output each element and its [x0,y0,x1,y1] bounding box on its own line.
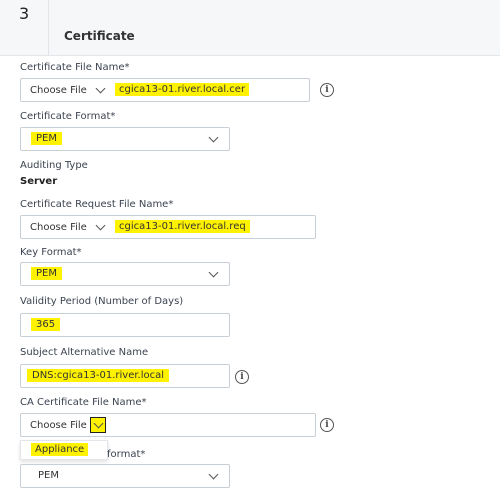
step-title: Certificate [64,29,135,43]
info-icon[interactable]: i [320,83,334,97]
ca-file-label: CA Certificate File Name* [20,397,147,408]
info-icon[interactable]: i [320,418,334,432]
info-icon[interactable]: i [235,370,249,384]
key-format-select[interactable]: PEM [20,262,230,286]
certificate-file-field: Choose File cgica13-01.river.local.cer [20,78,310,102]
ca-file-name [115,418,123,420]
san-label: Subject Alternative Name [20,347,149,358]
certificate-file-name: cgica13-01.river.local.cer [115,83,250,96]
san-input[interactable]: DNS:cgica13-01.river.local [20,364,230,388]
chevron-down-icon [95,83,106,94]
step-header: 3 Certificate [0,0,500,56]
validity-label: Validity Period (Number of Days) [20,296,184,307]
choose-file-label: Choose File [30,221,87,233]
choose-file-dropdown: Appliance [20,440,108,460]
choose-file-label: Choose File [30,419,87,431]
auditing-type-value: Server [20,176,58,187]
ca-file-field: Choose File [20,413,316,437]
ca-format-label-fragment: format* [107,449,146,460]
validity-value: 365 [31,318,61,331]
request-file-choose-button[interactable]: Choose File [21,216,106,238]
certificate-file-label: Certificate File Name* [20,62,130,73]
request-file-label: Certificate Request File Name* [20,199,174,210]
certificate-format-label: Certificate Format* [20,111,116,122]
chevron-down-icon [95,220,106,231]
ca-file-choose-button[interactable]: Choose File [21,414,106,436]
request-file-name: cgica13-01.river.local.req [115,220,250,233]
certificate-file-choose-button[interactable]: Choose File [21,79,106,101]
key-format-label: Key Format* [20,247,82,258]
chevron-down-icon [208,267,219,278]
ca-format-value: PEM [38,470,59,481]
step-divider [48,0,49,55]
ca-format-select[interactable]: PEM [20,464,230,488]
chevron-down-icon [93,418,104,429]
auditing-type-label: Auditing Type [20,160,88,171]
choose-file-label: Choose File [30,84,87,96]
certificate-format-select[interactable]: PEM [20,127,230,151]
san-value: DNS:cgica13-01.river.local [27,369,170,382]
validity-input[interactable]: 365 [20,313,230,337]
chevron-down-icon [208,469,219,480]
request-file-field: Choose File cgica13-01.river.local.req [20,215,316,239]
certificate-format-value: PEM [31,132,62,145]
dropdown-item-appliance[interactable]: Appliance [21,441,107,459]
key-format-value: PEM [31,267,62,280]
chevron-down-icon [208,132,219,143]
dropdown-toggle[interactable] [89,417,106,433]
step-number: 3 [19,4,30,23]
